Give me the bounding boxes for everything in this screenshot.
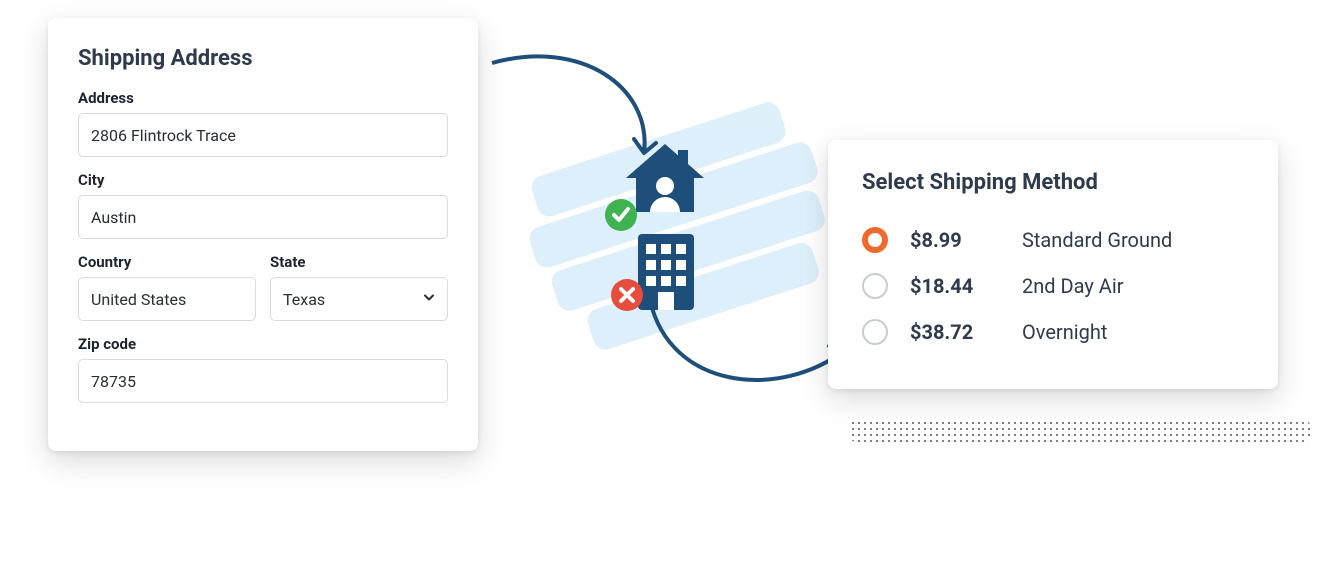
shipping-option-price: $38.72 <box>910 320 1000 344</box>
shipping-option-overnight[interactable]: $38.72 Overnight <box>862 309 1244 355</box>
zip-label: Zip code <box>78 335 448 353</box>
city-field-group: City <box>78 171 448 239</box>
zip-input[interactable] <box>78 359 448 403</box>
shipping-option-price: $18.44 <box>910 274 1000 298</box>
zip-field-group: Zip code <box>78 335 448 403</box>
shipping-option-2nd-day-air[interactable]: $18.44 2nd Day Air <box>862 263 1244 309</box>
address-input[interactable] <box>78 113 448 157</box>
shipping-option-name: Overnight <box>1022 320 1107 344</box>
radio-unselected-icon[interactable] <box>862 273 888 299</box>
shipping-address-title: Shipping Address <box>78 46 448 71</box>
check-badge-icon <box>604 198 638 232</box>
radio-selected-icon[interactable] <box>862 227 888 253</box>
address-label: Address <box>78 89 448 107</box>
dotted-shadow-decoration <box>850 420 1310 442</box>
state-label: State <box>270 253 448 271</box>
state-field-group: State <box>270 253 448 321</box>
shipping-option-name: 2nd Day Air <box>1022 274 1124 298</box>
state-select[interactable] <box>270 277 448 321</box>
radio-unselected-icon[interactable] <box>862 319 888 345</box>
shipping-option-price: $8.99 <box>910 228 1000 252</box>
shipping-option-standard-ground[interactable]: $8.99 Standard Ground <box>862 217 1244 263</box>
shipping-option-name: Standard Ground <box>1022 228 1172 252</box>
address-field-group: Address <box>78 89 448 157</box>
shipping-method-card: Select Shipping Method $8.99 Standard Gr… <box>828 140 1278 389</box>
shipping-address-card: Shipping Address Address City Country St… <box>48 18 478 451</box>
city-label: City <box>78 171 448 189</box>
country-input[interactable] <box>78 277 256 321</box>
city-input[interactable] <box>78 195 448 239</box>
country-field-group: Country <box>78 253 256 321</box>
address-type-illustration <box>500 50 860 410</box>
country-label: Country <box>78 253 256 271</box>
shipping-method-title: Select Shipping Method <box>862 170 1244 195</box>
